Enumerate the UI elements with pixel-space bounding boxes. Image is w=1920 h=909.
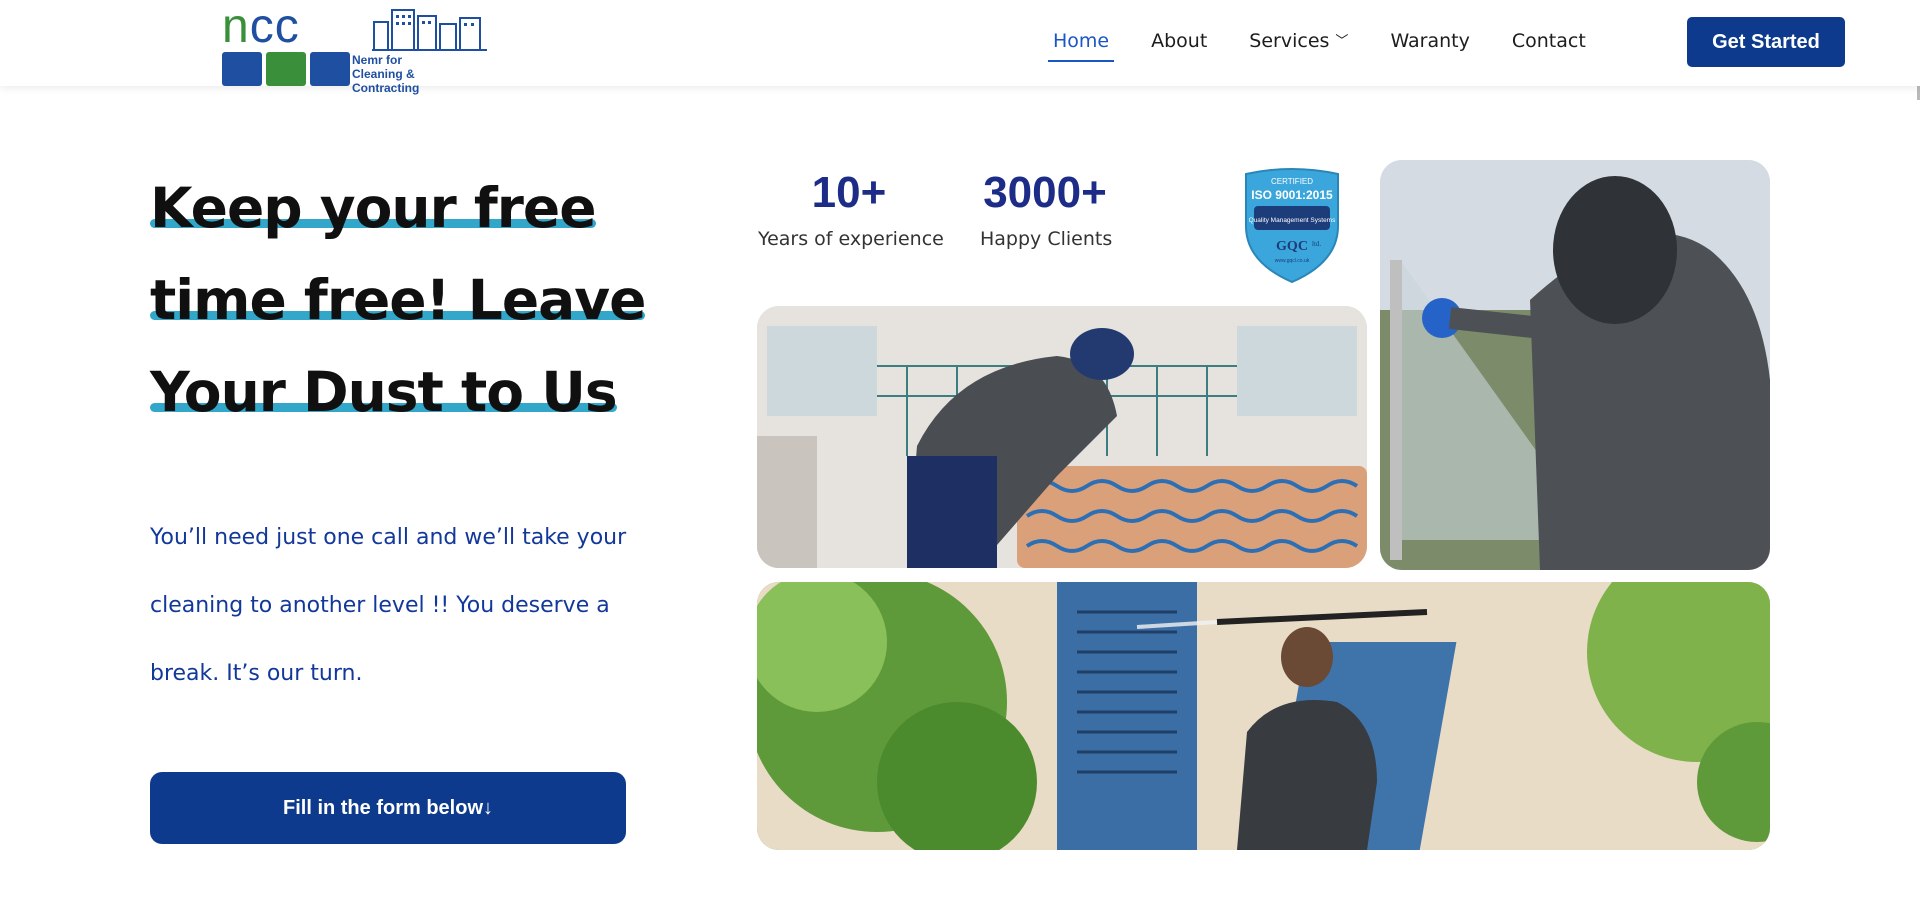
headline-line-2: time free! Leave [150,254,646,346]
main-nav: Home About Services ﹀ Waranty Contact [1048,26,1623,62]
svg-text:www.gqcl.co.uk: www.gqcl.co.uk [1275,258,1310,264]
headline-line-1: Keep your free [150,162,596,254]
brand-logo[interactable]: ncc Nemr for Cleaning & Contracting [222,2,487,95]
nav-about[interactable]: About [1146,26,1212,62]
stat-value: 3000+ [983,168,1107,217]
nav-contact[interactable]: Contact [1507,26,1591,62]
vacuum-icon [310,52,350,86]
stat-label: Happy Clients [980,228,1113,250]
fill-form-button[interactable]: Fill in the form below↓ [150,772,626,844]
sofa-cleaning-illustration [757,306,1367,568]
chevron-down-icon: ﹀ [1335,34,1349,49]
stat-clients: 3000+ Happy Clients [980,168,1113,250]
svg-text:CERTIFIED: CERTIFIED [1271,177,1313,186]
svg-text:GQC: GQC [1276,239,1308,254]
nav-waranty[interactable]: Waranty [1385,26,1474,62]
stat-value: 10+ [811,168,887,217]
photo-window-cleaning [1380,160,1770,570]
hero-headline: Keep your free time free! Leave Your Dus… [150,162,670,438]
svg-text:ISO 9001:2015: ISO 9001:2015 [1251,188,1333,202]
site-header: ncc Nemr for Cleaning & Contracting Home… [0,0,1920,95]
stat-experience: 10+ Years of experience [758,168,944,250]
hero-subtext: You’ll need just one call and we’ll take… [150,525,627,686]
window-cleaning-illustration [1380,160,1770,570]
photo-pressure-washing [757,582,1770,850]
bucket-icon [266,52,306,86]
logo-tagline: Nemr for Cleaning & Contracting [352,53,420,95]
nav-services[interactable]: Services ﹀ [1244,26,1353,62]
logo-service-icons [222,52,350,86]
svg-text:Quality Management Systems: Quality Management Systems [1249,217,1336,224]
stat-label: Years of experience [758,228,944,250]
pressure-washing-illustration [757,582,1770,850]
nav-home[interactable]: Home [1048,26,1115,62]
photo-sofa-cleaning [757,306,1367,568]
headline-line-3: Your Dust to Us [150,346,618,438]
svg-text:ltd.: ltd. [1312,240,1321,248]
get-started-button[interactable]: Get Started [1687,17,1845,67]
iso-certification-badge: CERTIFIED ISO 9001:2015 Quality Manageme… [1245,168,1339,284]
logo-wordmark: ncc [222,0,300,53]
cleaning-hands-icon [222,52,262,86]
city-skyline-icon [372,9,487,51]
